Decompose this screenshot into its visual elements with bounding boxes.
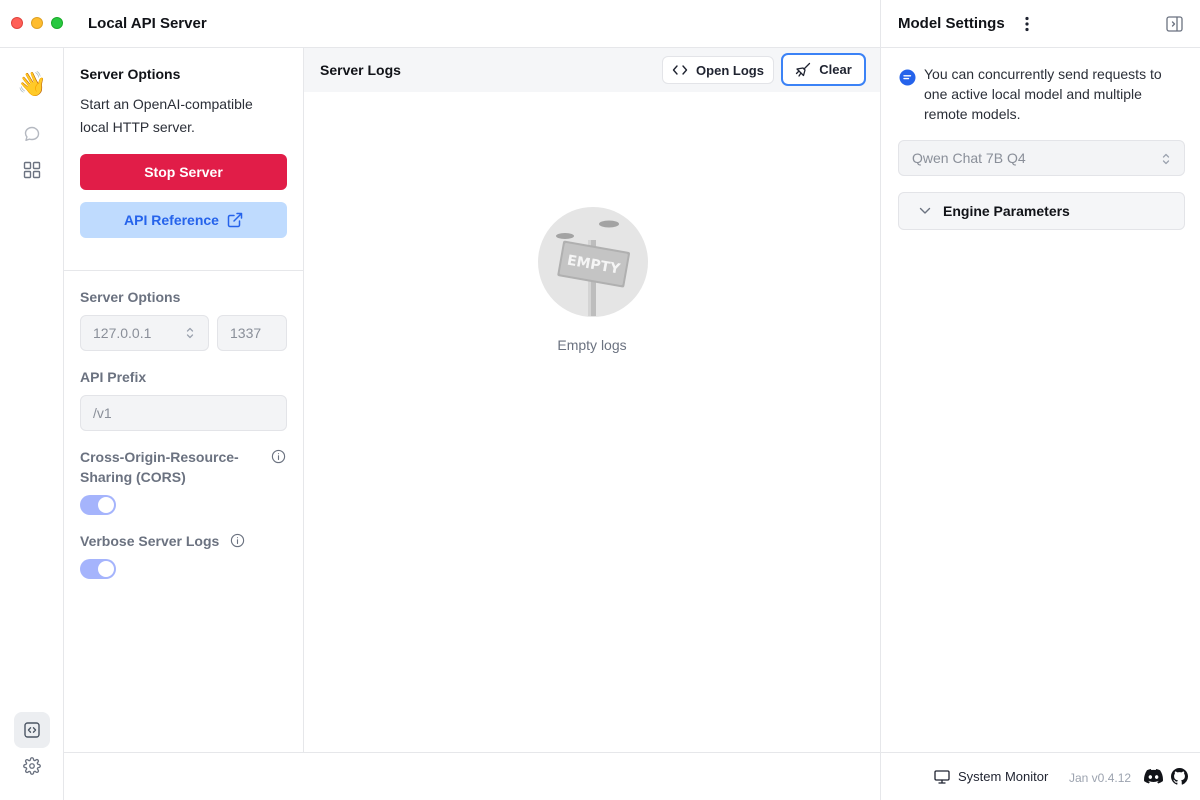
server-options-panel: Server Options Start an OpenAI-compatibl…	[64, 48, 304, 752]
api-reference-label: API Reference	[124, 212, 219, 228]
window-title: Local API Server	[88, 15, 207, 32]
toggle-knob	[98, 561, 114, 577]
info-icon[interactable]	[230, 533, 245, 548]
system-monitor-button[interactable]: System Monitor	[934, 769, 1048, 784]
open-logs-label: Open Logs	[696, 62, 764, 78]
system-monitor-label: System Monitor	[958, 769, 1049, 784]
panel-title: Server Options	[80, 66, 181, 82]
empty-sign-illustration: EMPTY	[538, 207, 648, 317]
model-settings-panel: Model Settings You can concurrently send…	[880, 0, 1200, 800]
divider	[881, 47, 1200, 48]
api-prefix-value: /v1	[93, 405, 112, 421]
host-value: 127.0.0.1	[93, 325, 152, 341]
divider	[64, 270, 303, 271]
api-prefix-label: API Prefix	[80, 369, 147, 385]
discord-icon[interactable]	[1144, 769, 1163, 784]
broom-icon	[796, 62, 811, 77]
version-label: Jan v0.4.12	[1069, 771, 1132, 785]
api-prefix-input[interactable]: /v1	[80, 395, 287, 431]
open-logs-button[interactable]: Open Logs	[662, 56, 774, 84]
verbose-logs-toggle[interactable]	[80, 559, 116, 579]
code-brackets-icon	[672, 65, 688, 75]
model-selected-value: Qwen Chat 7B Q4	[912, 150, 1026, 166]
zoom-window-button[interactable]	[51, 17, 63, 29]
stop-server-button[interactable]: Stop Server	[80, 154, 287, 190]
engine-parameters-accordion[interactable]: Engine Parameters	[898, 192, 1185, 230]
message-icon	[899, 69, 916, 86]
grid-icon[interactable]	[14, 152, 50, 188]
waving-hand-icon[interactable]: 👋	[14, 67, 50, 103]
status-bar	[64, 752, 880, 800]
model-settings-title: Model Settings	[898, 15, 1005, 32]
code-icon[interactable]	[14, 712, 50, 748]
host-select[interactable]: 127.0.0.1	[80, 315, 209, 351]
info-icon[interactable]	[271, 449, 286, 464]
external-link-icon	[227, 212, 243, 228]
cors-label: Cross-Origin-Resource-Sharing (CORS)	[80, 449, 239, 485]
minimize-window-button[interactable]	[31, 17, 43, 29]
model-select[interactable]: Qwen Chat 7B Q4	[898, 140, 1185, 176]
icon-rail: 👋	[0, 48, 64, 800]
logs-title: Server Logs	[320, 62, 401, 78]
verbose-logs-label: Verbose Server Logs	[80, 533, 220, 549]
toggle-panel-icon[interactable]	[1166, 16, 1183, 32]
chevron-down-icon	[919, 207, 931, 214]
panel-description: Start an OpenAI-compatible local HTTP se…	[80, 96, 253, 135]
clear-label: Clear	[819, 62, 852, 77]
port-value: 1337	[230, 325, 262, 341]
logs-header: Server Logs Open Logs Clear	[304, 48, 880, 92]
empty-logs-text: Empty logs	[557, 337, 627, 353]
concurrency-note: You can concurrently send requests to on…	[924, 66, 1162, 122]
title-bar: Local API Server	[0, 0, 880, 48]
more-options-icon[interactable]	[1024, 16, 1030, 32]
clear-button[interactable]: Clear	[781, 53, 866, 86]
engine-parameters-label: Engine Parameters	[943, 203, 1070, 219]
cors-toggle[interactable]	[80, 495, 116, 515]
toggle-knob	[98, 497, 114, 513]
monitor-icon	[934, 769, 950, 784]
status-bar-right: System Monitor Jan v0.4.12	[880, 752, 1200, 800]
chat-icon[interactable]	[14, 116, 50, 152]
chevron-updown-icon	[186, 327, 194, 339]
github-icon[interactable]	[1171, 768, 1188, 785]
api-reference-button[interactable]: API Reference	[80, 202, 287, 238]
chevron-updown-icon	[1162, 153, 1170, 165]
port-input[interactable]: 1337	[217, 315, 287, 351]
gear-icon[interactable]	[14, 748, 50, 784]
server-logs-panel: Server Logs Open Logs Clear EMPTY Empty …	[304, 48, 880, 752]
close-window-button[interactable]	[11, 17, 23, 29]
server-options-label: Server Options	[80, 289, 181, 305]
